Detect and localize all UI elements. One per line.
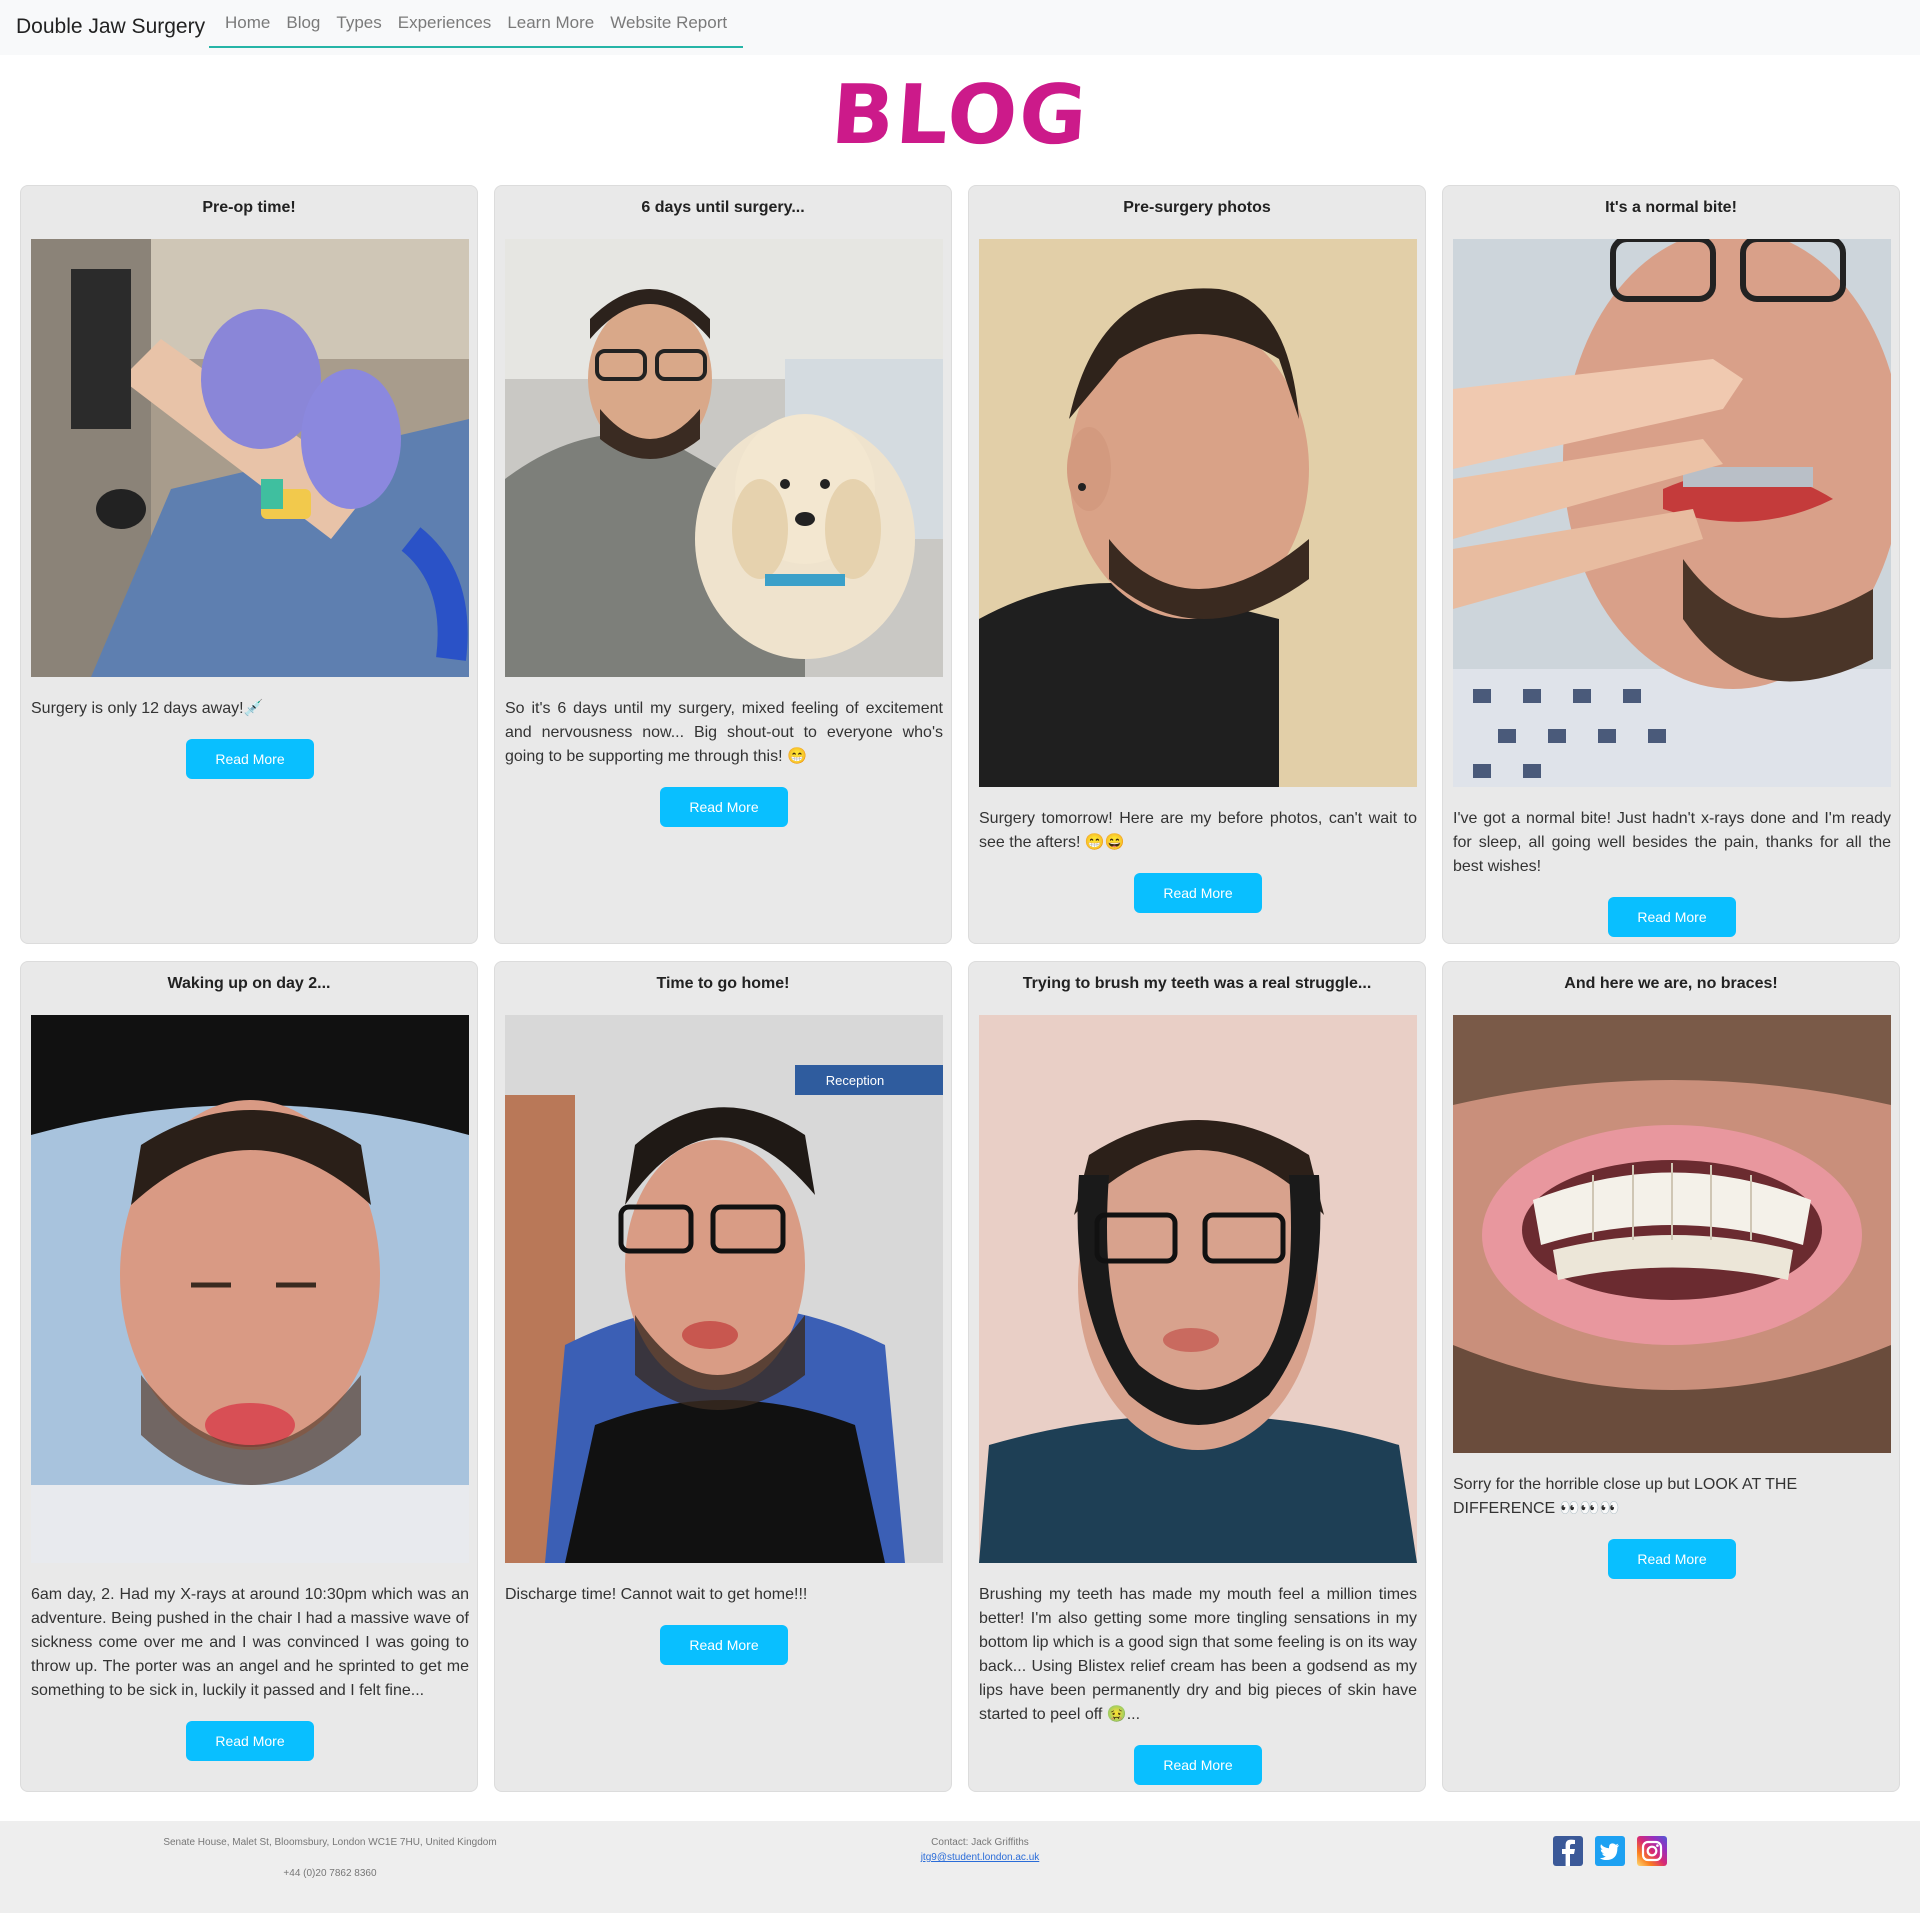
- card-photo[interactable]: [979, 1015, 1417, 1563]
- footer-contact: Contact: Jack Griffiths: [931, 1837, 1029, 1848]
- reception-sign-text: Reception: [826, 1073, 885, 1088]
- footer-address: Senate House, Malet St, Bloomsbury, Lond…: [163, 1837, 497, 1848]
- nav-home[interactable]: Home: [217, 0, 278, 46]
- blog-card: 6 days until surgery... So it's 6 days u…: [494, 185, 952, 944]
- card-photo[interactable]: [979, 239, 1417, 787]
- card-photo[interactable]: [31, 239, 469, 677]
- card-excerpt: 6am day, 2. Had my X-rays at around 10:3…: [31, 1586, 469, 1699]
- read-more-button[interactable]: Read More: [186, 1721, 314, 1761]
- read-more-button[interactable]: Read More: [1608, 897, 1736, 937]
- card-photo[interactable]: [31, 1015, 469, 1563]
- card-excerpt: Sorry for the horrible close up but LOOK…: [1453, 1476, 1798, 1517]
- nav-blog[interactable]: Blog: [278, 0, 328, 46]
- card-excerpt: I've got a normal bite! Just hadn't x-ra…: [1453, 810, 1891, 875]
- read-more-button[interactable]: Read More: [1134, 873, 1262, 913]
- card-photo[interactable]: [1453, 1015, 1891, 1453]
- card-title: Waking up on day 2...: [167, 975, 331, 992]
- read-more-button[interactable]: Read More: [660, 787, 788, 827]
- card-title: Pre-surgery photos: [1123, 199, 1271, 216]
- read-more-button[interactable]: Read More: [660, 1625, 788, 1665]
- facebook-icon[interactable]: [1553, 1836, 1583, 1866]
- read-more-button[interactable]: Read More: [1134, 1745, 1262, 1785]
- card-photo[interactable]: [505, 239, 943, 677]
- card-excerpt: Brushing my teeth has made my mouth feel…: [979, 1586, 1417, 1723]
- read-more-button[interactable]: Read More: [1608, 1539, 1736, 1579]
- blog-card: It's a normal bite! I've got a normal bi…: [1442, 185, 1900, 944]
- card-photo[interactable]: Reception: [505, 1015, 943, 1563]
- blog-card: Time to go home! Reception Discharge tim…: [494, 961, 952, 1792]
- card-title: Pre-op time!: [202, 199, 296, 216]
- read-more-button[interactable]: Read More: [186, 739, 314, 779]
- card-excerpt: Discharge time! Cannot wait to get home!…: [505, 1586, 808, 1603]
- blog-card: And here we are, no braces! Sorry for th…: [1442, 961, 1900, 1792]
- blog-card: Pre-surgery photos Surgery tomorrow! Her…: [968, 185, 1426, 944]
- brand-logo[interactable]: Double Jaw Surgery: [16, 14, 205, 40]
- nav-types[interactable]: Types: [328, 0, 389, 46]
- footer: Senate House, Malet St, Bloomsbury, Lond…: [0, 1821, 1920, 1913]
- navbar: Double Jaw Surgery Home Blog Types Exper…: [0, 0, 1920, 55]
- footer-phone: +44 (0)20 7862 8360: [283, 1868, 377, 1879]
- footer-email-link[interactable]: jtg9@student.london.ac.uk: [880, 1852, 1080, 1863]
- blog-card: Waking up on day 2... 6am day, 2. Had my…: [20, 961, 478, 1792]
- blog-card: Trying to brush my teeth was a real stru…: [968, 961, 1426, 1792]
- card-excerpt: So it's 6 days until my surgery, mixed f…: [505, 700, 943, 765]
- nav-website-report[interactable]: Website Report: [602, 0, 735, 46]
- instagram-icon[interactable]: [1637, 1836, 1667, 1866]
- page-title: BLOG: [828, 68, 1092, 163]
- card-excerpt: Surgery is only 12 days away!💉: [31, 700, 264, 717]
- card-photo[interactable]: [1453, 239, 1891, 787]
- card-title: And here we are, no braces!: [1564, 975, 1778, 992]
- nav-experiences[interactable]: Experiences: [390, 0, 500, 46]
- nav-learn-more[interactable]: Learn More: [499, 0, 602, 46]
- card-excerpt: Surgery tomorrow! Here are my before pho…: [979, 810, 1417, 851]
- card-title: Trying to brush my teeth was a real stru…: [1022, 975, 1372, 992]
- blog-card: Pre-op time! Surgery is only 12 days awa…: [20, 185, 478, 944]
- card-title: 6 days until surgery...: [641, 199, 805, 216]
- nav-links: Home Blog Types Experiences Learn More W…: [209, 0, 744, 48]
- twitter-icon[interactable]: [1595, 1836, 1625, 1866]
- card-title: It's a normal bite!: [1605, 199, 1737, 216]
- card-title: Time to go home!: [656, 975, 790, 992]
